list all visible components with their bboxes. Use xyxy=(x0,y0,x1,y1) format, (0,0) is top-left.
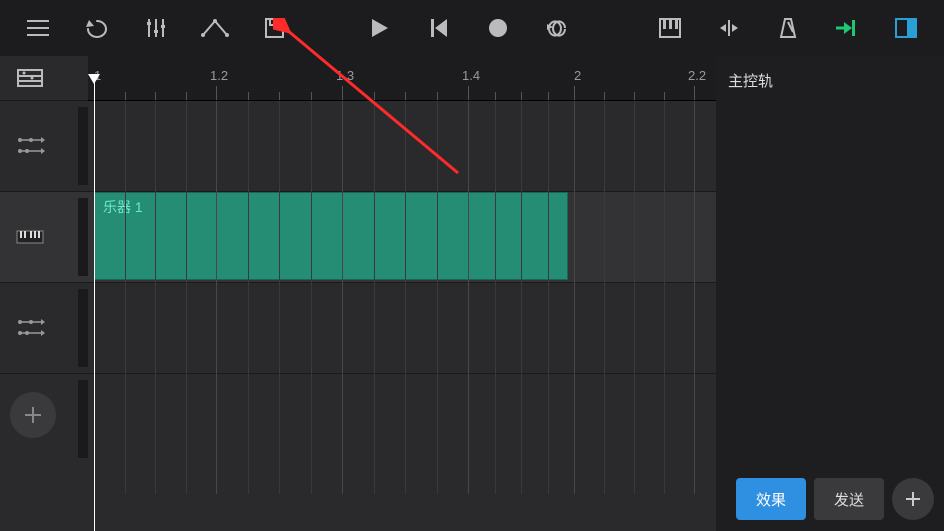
add-track-button[interactable] xyxy=(10,392,56,438)
inspector-title: 主控轨 xyxy=(716,56,944,101)
playhead[interactable] xyxy=(94,76,95,531)
inspector-panel: 主控轨 效果 发送 xyxy=(716,56,944,531)
ruler-label: 1.4 xyxy=(462,68,480,83)
track-header-3[interactable] xyxy=(0,283,88,374)
level-meter xyxy=(78,380,88,458)
send-button[interactable]: 发送 xyxy=(814,478,884,520)
track-list-header[interactable] xyxy=(0,56,88,101)
track-header-1[interactable] xyxy=(0,101,88,192)
track-header-2[interactable] xyxy=(0,192,88,283)
mixer-icon[interactable] xyxy=(126,0,185,56)
record-icon[interactable] xyxy=(469,0,528,56)
time-ruler[interactable]: 1 1.2 1.3 1.4 2 2.2 xyxy=(88,56,716,101)
metronome-icon[interactable] xyxy=(759,0,818,56)
track-row[interactable] xyxy=(88,101,716,192)
level-meter xyxy=(78,289,88,367)
undo-icon[interactable] xyxy=(67,0,126,56)
rewind-icon[interactable] xyxy=(410,0,469,56)
clip-label: 乐器 1 xyxy=(103,199,143,215)
top-toolbar xyxy=(0,0,944,56)
track-header-column xyxy=(0,56,88,531)
effects-button[interactable]: 效果 xyxy=(736,478,806,520)
loop-icon[interactable] xyxy=(528,0,587,56)
level-meter xyxy=(78,198,88,276)
menu-icon[interactable] xyxy=(8,0,67,56)
snap-icon[interactable] xyxy=(700,0,759,56)
midi-clip[interactable]: 乐器 1 xyxy=(94,192,568,280)
track-row[interactable]: 乐器 1 xyxy=(88,192,716,283)
track-row[interactable] xyxy=(88,374,716,494)
ruler-label: 1.2 xyxy=(210,68,228,83)
ruler-label: 2 xyxy=(574,68,581,83)
timeline-area[interactable]: 1 1.2 1.3 1.4 2 2.2 乐器 1 xyxy=(88,56,716,531)
add-button[interactable] xyxy=(892,478,934,520)
level-meter xyxy=(78,107,88,185)
automation-icon[interactable] xyxy=(185,0,244,56)
piano-icon[interactable] xyxy=(641,0,700,56)
save-icon[interactable] xyxy=(244,0,303,56)
tracks-grid: 乐器 1 xyxy=(88,101,716,494)
export-icon[interactable] xyxy=(818,0,877,56)
ruler-label: 1.3 xyxy=(336,68,354,83)
play-icon[interactable] xyxy=(350,0,409,56)
panel-icon[interactable] xyxy=(877,0,936,56)
ruler-label: 2.2 xyxy=(688,68,706,83)
track-row[interactable] xyxy=(88,283,716,374)
